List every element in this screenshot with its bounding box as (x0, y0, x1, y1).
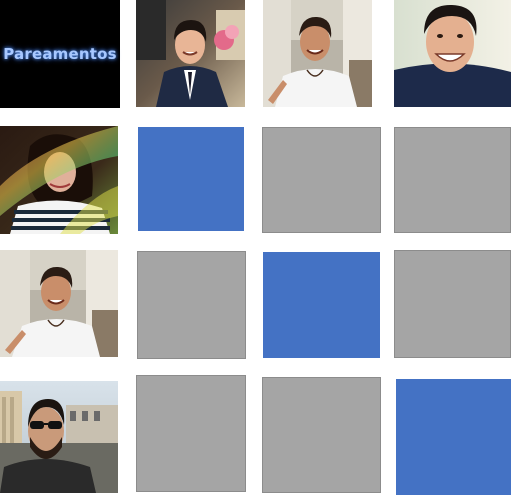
match-cell-r2-c2 (263, 252, 380, 358)
column-photo-1 (136, 0, 245, 107)
man-hoodie-smiling-photo (394, 0, 511, 107)
no-match-cell-r1-c3 (394, 127, 511, 233)
no-match-cell-r1-c2 (262, 127, 381, 233)
title-cell: Pareamentos (0, 0, 120, 108)
title-label: Pareamentos (3, 45, 117, 63)
no-match-cell-r3-c1 (136, 375, 246, 492)
no-match-cell-r3-c2 (262, 377, 381, 493)
column-photo-2 (263, 0, 372, 107)
man-white-shirt-photo (0, 250, 118, 357)
row-photo-1 (0, 126, 118, 234)
match-cell-r1-c1 (138, 127, 244, 231)
column-photo-3 (394, 0, 511, 107)
woman-striped-shirt-photo (0, 126, 118, 234)
no-match-cell-r2-c3 (394, 250, 511, 358)
row-photo-2 (0, 250, 118, 357)
man-sunglasses-photo (0, 381, 118, 493)
match-cell-r3-c3 (396, 379, 511, 495)
man-suit-photo (136, 0, 245, 107)
man-white-shirt-photo (263, 0, 372, 107)
no-match-cell-r2-c1 (137, 251, 246, 359)
row-photo-3 (0, 381, 118, 493)
